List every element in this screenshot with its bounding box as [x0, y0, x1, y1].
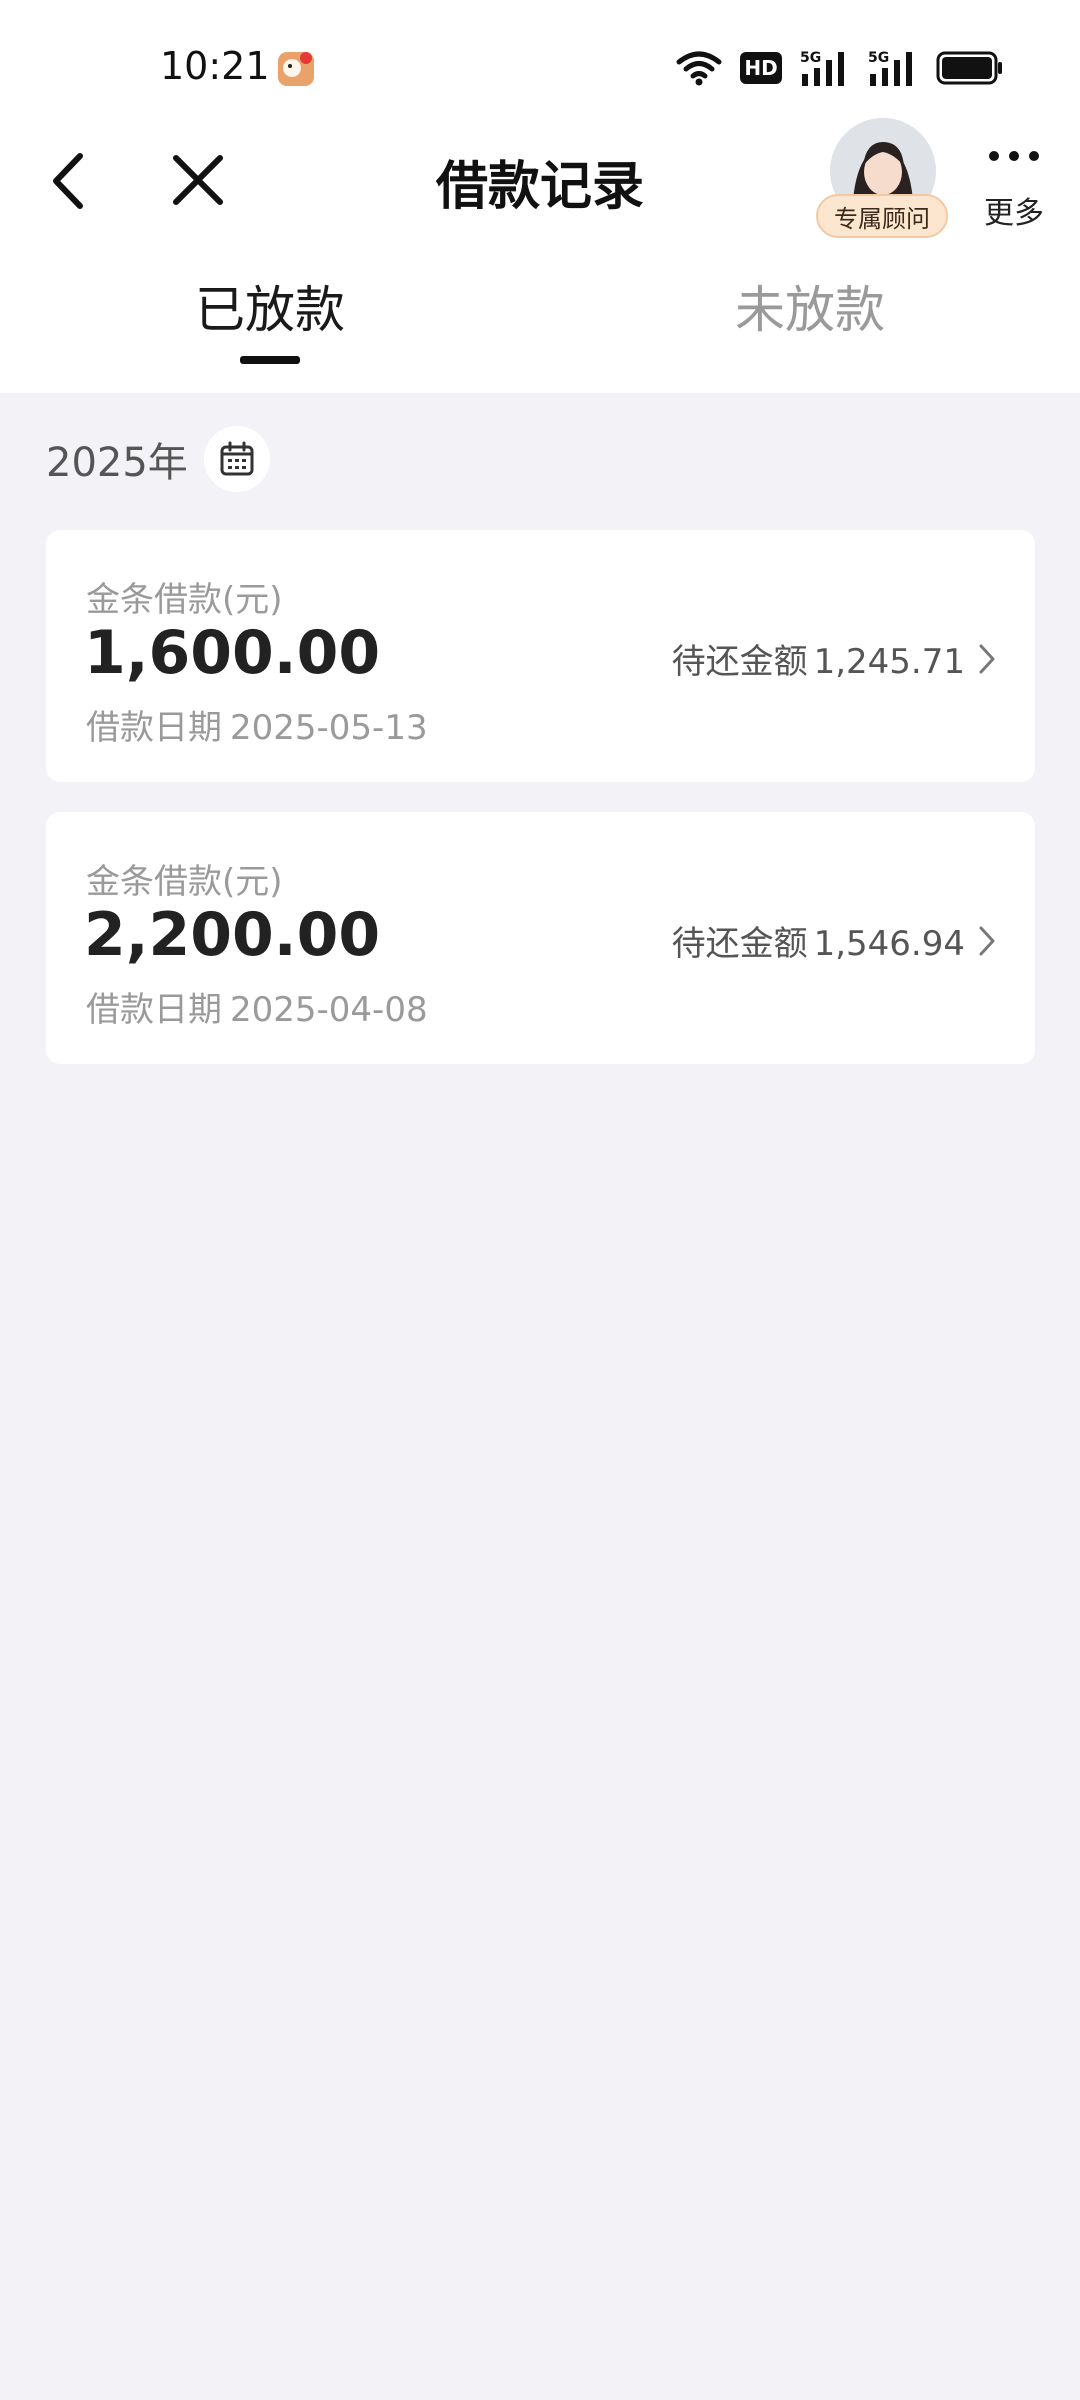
- tab-disbursed[interactable]: 已放款: [120, 270, 420, 342]
- year-label: 2025年: [46, 440, 188, 486]
- loan-date: 借款日期 2025-05-13: [86, 700, 428, 749]
- loan-type: 金条借款(元): [86, 862, 283, 902]
- hd-icon: HD: [740, 52, 782, 84]
- header-area: 10:21 HD 5G 5G 借款记录 专属顾问 更多 已放款 未放款: [0, 0, 1080, 393]
- advisor-badge: 专属顾问: [816, 194, 948, 238]
- remaining-label: 待还金额: [671, 924, 808, 964]
- status-bar: 10:21 HD 5G 5G: [0, 0, 1080, 115]
- loan-type: 金条借款(元): [86, 580, 283, 620]
- tab-bar: 已放款 未放款: [0, 270, 1080, 380]
- svg-text:5G: 5G: [868, 50, 889, 66]
- year-filter[interactable]: 2025年: [46, 425, 270, 493]
- signal-5g-icon: 5G: [800, 50, 844, 86]
- status-icons: HD 5G 5G: [676, 48, 1004, 88]
- calendar-icon: [220, 441, 254, 476]
- loan-amount: 1,600.00: [84, 618, 381, 688]
- loan-date-value: 2025-04-08: [230, 990, 428, 1030]
- remaining-amount: 待还金额 1,546.94: [672, 916, 965, 965]
- app-notification-icon: [278, 52, 314, 86]
- tab-not-disbursed[interactable]: 未放款: [660, 270, 960, 342]
- remaining-value: 1,546.94: [813, 924, 965, 964]
- status-time: 10:21: [160, 44, 270, 88]
- nav-bar: 借款记录 专属顾问 更多: [0, 118, 1080, 248]
- calendar-button[interactable]: [203, 426, 270, 492]
- svg-text:5G: 5G: [800, 50, 821, 66]
- remaining-value: 1,245.71: [813, 642, 965, 682]
- more-dots-icon: [989, 151, 1039, 161]
- loan-date-label: 借款日期: [86, 990, 222, 1030]
- more-label: 更多: [984, 196, 1044, 231]
- more-button[interactable]: 更多: [976, 138, 1056, 248]
- loan-card[interactable]: 金条借款(元) 1,600.00 借款日期 2025-05-13 待还金额 1,24…: [46, 530, 1035, 782]
- close-icon[interactable]: [168, 150, 228, 210]
- battery-icon: [936, 51, 1002, 85]
- loan-date: 借款日期 2025-04-08: [86, 982, 428, 1031]
- loan-card[interactable]: 金条借款(元) 2,200.00 借款日期 2025-04-08 待还金额 1,54…: [46, 812, 1035, 1064]
- tab-indicator: [240, 356, 300, 364]
- remaining-label: 待还金额: [671, 642, 808, 682]
- loan-amount: 2,200.00: [84, 900, 381, 970]
- loan-date-value: 2025-05-13: [230, 708, 428, 748]
- advisor-button[interactable]: 专属顾问: [814, 118, 950, 242]
- wifi-icon: [676, 51, 722, 86]
- back-icon[interactable]: [44, 146, 94, 216]
- loan-date-label: 借款日期: [86, 708, 222, 748]
- chevron-right-icon: [979, 644, 995, 674]
- signal-5g-icon: 5G: [868, 50, 912, 86]
- remaining-amount: 待还金额 1,245.71: [672, 634, 965, 683]
- chevron-right-icon: [979, 926, 995, 956]
